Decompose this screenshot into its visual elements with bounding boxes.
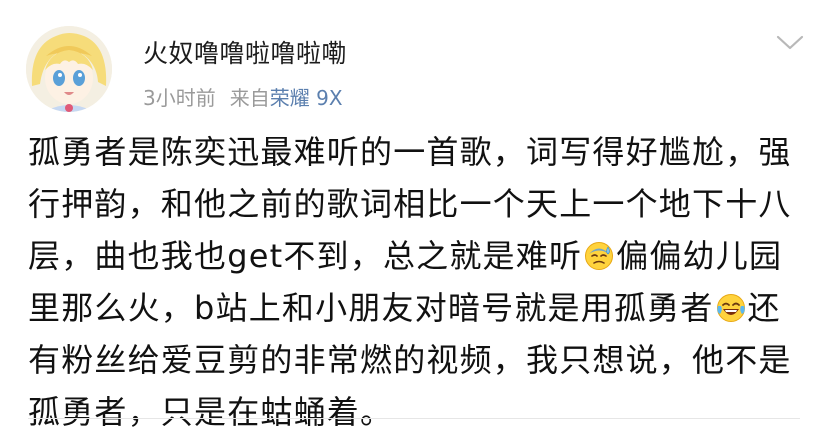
post-meta: 3小时前 来自荣耀 9X (143, 82, 343, 111)
content-text: 还 (747, 289, 781, 327)
post-time: 3小时前 (143, 86, 216, 110)
avatar[interactable] (26, 26, 112, 112)
content-line: 里那么火，b站上和小朋友对暗号就是用孤勇者 还 (28, 282, 800, 334)
content-text: 里那么火，b站上和小朋友对暗号就是用孤勇者 (28, 289, 714, 327)
content-text: 层，曲也我也get不到，总之就是难听 (28, 237, 583, 275)
chevron-down-icon[interactable] (774, 30, 806, 54)
divider (28, 418, 800, 419)
content-line: 行押韵，和他之前的歌词相比一个天上一个地下十八 (28, 185, 792, 223)
username[interactable]: 火奴噜噜啦噜啦嘞 (143, 34, 347, 70)
laugh-cry-emoji-icon (716, 294, 745, 322)
post-content: 孤勇者是陈奕迅最难听的一首歌，词写得好尴尬，强 行押韵，和他之前的歌词相比一个天… (28, 126, 800, 438)
device-link[interactable]: 荣耀 9X (270, 86, 343, 110)
content-text: 偏偏幼儿园 (616, 237, 783, 275)
anime-avatar-icon (26, 26, 112, 112)
content-line: 层，曲也我也get不到，总之就是难听 偏偏幼儿园 (28, 230, 800, 282)
content-line: 孤勇者，只是在蛄蛹着。 (28, 393, 394, 431)
weibo-post: 火奴噜噜啦噜啦嘞 3小时前 来自荣耀 9X 孤勇者是陈奕迅最难听的一首歌，词写得好… (0, 0, 828, 437)
source-prefix: 来自 (229, 86, 270, 110)
sweat-face-emoji-icon (585, 242, 614, 270)
content-line: 有粉丝给爱豆剪的非常燃的视频，我只想说，他不是 (28, 341, 792, 379)
content-line: 孤勇者是陈奕迅最难听的一首歌，词写得好尴尬，强 (28, 133, 792, 171)
